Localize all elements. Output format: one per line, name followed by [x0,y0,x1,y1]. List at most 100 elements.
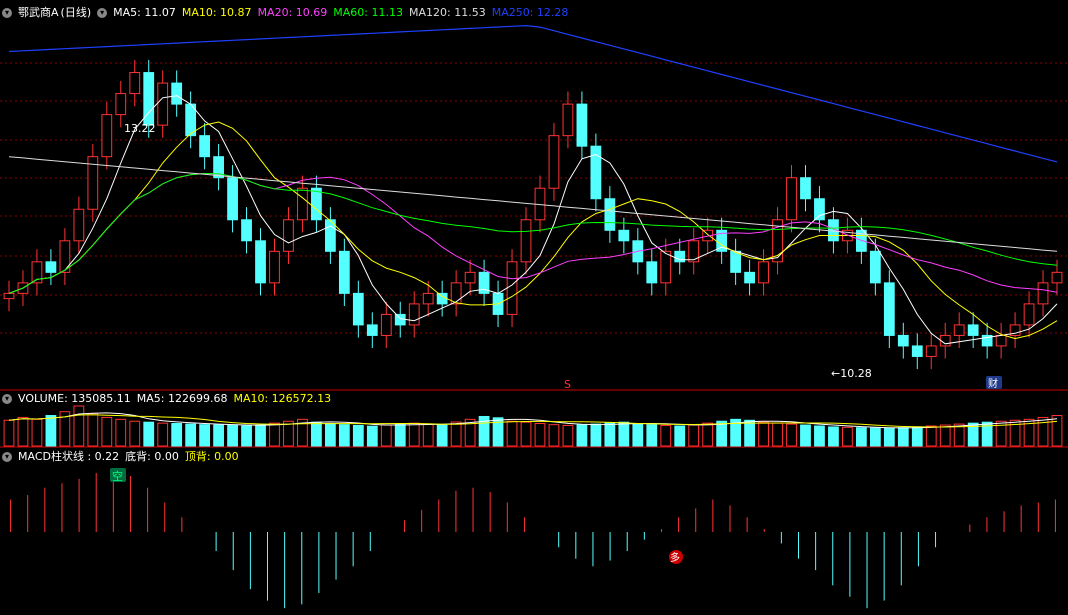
volume-bar [800,424,811,447]
candle-body [297,187,308,221]
candle-body [1051,271,1063,284]
candle-body [394,313,406,326]
candle-body [660,250,672,284]
ma10-line [8,121,1058,340]
candle-body [897,334,909,347]
candle-body [800,177,811,200]
volume-bar [604,422,616,447]
volume-bar [366,425,378,447]
volume-bar [688,424,700,447]
candle-body [506,261,518,315]
volume-bar [562,424,574,447]
volume-bar [506,420,518,447]
candle-body [758,261,769,284]
candle-body [730,250,742,273]
volume-bar [576,424,588,447]
volume-bar [422,423,434,447]
volume-bar [716,420,728,447]
candle-body [115,93,127,116]
volume-bar [744,419,755,447]
candle-body [548,135,560,189]
candle-body [227,177,238,221]
candle-body [73,208,85,242]
candle-body [869,250,881,284]
ma20-line [8,172,1058,294]
volume-bar [324,423,336,447]
volume-bar [241,425,252,447]
volume-bar [338,424,350,447]
volume-bar [436,424,448,447]
volume-bar [87,413,99,447]
candle-body [953,324,965,336]
candle-body [883,282,895,336]
volume-bar [394,423,406,447]
stock-chart[interactable]: 13.22 ←10.28 S 财 空 多 [0,0,1068,615]
volume-bar [45,415,57,447]
volume-bar [380,424,392,447]
candle-body [129,72,141,95]
candle-body [422,292,434,305]
candle-body [618,229,630,242]
volume-bar [897,427,909,447]
candle-body [520,219,532,263]
candle-body [562,103,574,137]
volume-bar [255,424,266,447]
volume-bar [408,422,420,447]
volume-bar [702,422,714,447]
candle-body [911,345,923,357]
candle-body [101,114,113,158]
volume-bar [814,425,825,447]
volume-bar [1051,415,1063,447]
candle-body [464,271,476,284]
candle-body [199,135,211,158]
candle-body [1037,282,1049,305]
volume-bar [520,421,532,447]
volume-bar [953,423,965,447]
ma120-line [8,156,1058,252]
volume-bar [171,423,183,447]
candle-body [814,198,825,221]
candle-body [674,250,686,263]
volume-bar [925,425,937,447]
signal-s-marker: S [564,378,571,391]
high-price-marker: 13.22 [124,122,156,135]
volume-bar [450,421,462,447]
volume-bar [31,418,43,447]
volume-bar [660,424,672,447]
volume-bar [590,423,602,447]
candle-body [338,250,350,294]
price-moving-averages [8,24,1058,345]
candle-body [744,271,755,284]
candle-body [269,250,280,284]
candle-body [366,324,378,336]
candle-body [380,313,392,336]
volume-bar [73,405,85,447]
candle-body [408,303,420,326]
signal-cai-text: 财 [988,377,998,390]
low-price-marker: ←10.28 [831,367,872,380]
candle-body [1023,303,1035,326]
volume-bar [828,426,839,447]
volume-bar [646,424,658,447]
volume-bar [855,427,867,447]
candle-body [45,261,57,273]
volume-bar [758,421,769,447]
volume-bar [227,424,238,447]
volume-bar [17,416,29,447]
volume-bar [772,422,783,447]
volume-bar [674,425,686,447]
volume-bar [352,424,364,447]
candle-body [995,334,1007,347]
candle-body [352,292,364,326]
candle-body [436,292,448,305]
candle-body [171,82,183,105]
candle-body [576,103,588,147]
volume-bar [883,427,895,447]
volume-bar [157,422,169,447]
volume-bar [548,424,560,447]
volume-bar [911,426,923,447]
volume-bar [115,418,127,447]
volume-bar [786,423,797,447]
volume-bar [129,420,141,447]
volume-bar [213,424,224,447]
